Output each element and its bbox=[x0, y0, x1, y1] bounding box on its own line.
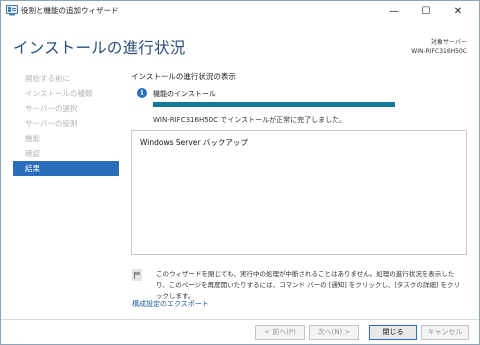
close-icon: ✕ bbox=[453, 5, 463, 17]
destination-server-info: 対象サーバー WIN-RIFC316H50C bbox=[411, 38, 467, 56]
server-label: 対象サーバー bbox=[431, 39, 467, 46]
note-text: このウィザードを閉じても、実行中の処理が中断されることはありません。処理の進行状… bbox=[156, 270, 461, 300]
nav-item-confirmation: 確認 bbox=[25, 149, 40, 158]
progress-fill bbox=[153, 102, 395, 107]
server-name: WIN-RIFC316H50C bbox=[411, 48, 467, 55]
nav-item-installation-type: インストールの種類 bbox=[25, 89, 93, 98]
export-configuration-link[interactable]: 構成設定のエクスポート bbox=[132, 299, 209, 309]
nav-item-server-selection: サーバーの選択 bbox=[25, 104, 78, 113]
server-manager-icon bbox=[6, 5, 18, 16]
next-button[interactable]: 次へ(N) > bbox=[309, 325, 359, 340]
results-list[interactable]: Windows Server バックアップ bbox=[131, 130, 467, 255]
window-title: 役割と機能の追加ウィザード bbox=[21, 6, 119, 15]
section-title: インストールの進行状況の表示 bbox=[131, 72, 236, 81]
page-title: インストールの進行状況 bbox=[13, 39, 186, 57]
status-text: WIN-RIFC316H50C でインストールが正常に完了しました。 bbox=[153, 116, 347, 124]
nav-item-features: 機能 bbox=[25, 134, 40, 143]
title-bar[interactable]: 役割と機能の追加ウィザード — ☐ ✕ bbox=[1, 1, 479, 21]
minimize-icon: — bbox=[389, 5, 399, 17]
footer-divider bbox=[1, 319, 479, 320]
previous-button[interactable]: < 前へ(P) bbox=[255, 325, 305, 340]
maximize-icon: ☐ bbox=[421, 5, 431, 17]
feature-installation-label: 機能のインストール bbox=[153, 90, 216, 98]
nav-item-server-roles: サーバーの役割 bbox=[25, 119, 78, 128]
nav-item-results[interactable]: 結果 bbox=[13, 161, 119, 176]
flag-icon bbox=[132, 269, 142, 281]
wizard-nav: 開始する前に インストールの種類 サーバーの選択 サーバーの役割 機能 確認 結… bbox=[13, 71, 119, 176]
close-button[interactable]: 閉じる bbox=[369, 325, 417, 340]
minimize-button[interactable]: — bbox=[378, 1, 410, 21]
list-item: Windows Server バックアップ bbox=[140, 138, 248, 147]
info-icon: i bbox=[137, 88, 147, 98]
progress-bar bbox=[153, 102, 395, 107]
maximize-button[interactable]: ☐ bbox=[410, 1, 442, 21]
cancel-button[interactable]: キャンセル bbox=[421, 325, 469, 340]
close-window-button[interactable]: ✕ bbox=[442, 1, 474, 21]
nav-item-before-you-begin: 開始する前に bbox=[25, 74, 70, 83]
wizard-window: 役割と機能の追加ウィザード — ☐ ✕ インストールの進行状況 対象サーバー W… bbox=[0, 0, 480, 345]
